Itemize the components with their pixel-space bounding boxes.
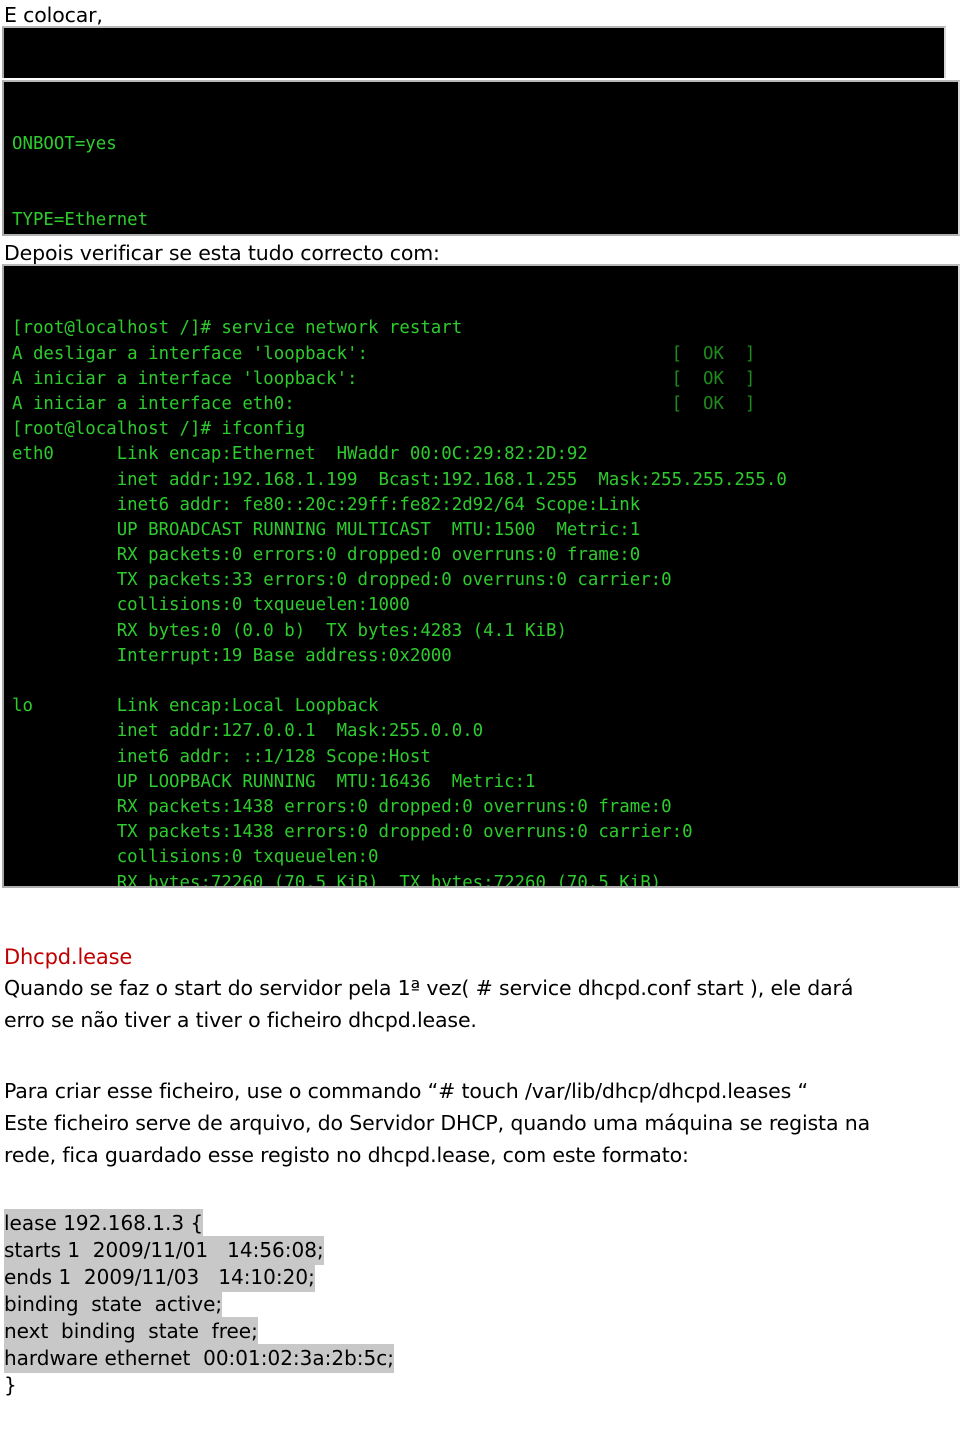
terminal-line-gap [295,394,672,414]
dhcpd-lease-heading: Dhcpd.lease [4,945,133,969]
terminal-line: lo Link encap:Local Loopback [12,696,379,717]
status-ok-badge: [ OK ] [671,393,756,414]
dhcpd-paragraph2-line3: rede, fica guardado esse registo no dhcp… [4,1143,689,1167]
lease-listing-line: hardware ethernet 00:01:02:3a:2b:5c; [4,1344,604,1373]
terminal-line: TYPE=Ethernet [12,210,149,230]
terminal-line: UP BROADCAST RUNNING MULTICAST MTU:1500 … [12,519,641,540]
lease-listing-block: lease 192.168.1.3 {starts 1 2009/11/01 1… [4,1209,604,1399]
terminal-line-text: A desligar a interface 'loopback': [12,343,368,364]
terminal-line: RX bytes:0 (0.0 b) TX bytes:4283 (4.1 Ki… [12,620,567,641]
terminal-line: inet6 addr: fe80::20c:29ff:fe82:2d92/64 … [12,494,641,515]
terminal-line: A iniciar a interface 'loopback': [ OK ] [4,367,958,392]
lease-listing-line-text: binding state active; [4,1290,223,1319]
terminal-line: Interrupt:19 Base address:0x2000 [12,645,452,666]
status-ok-badge: [ OK ] [671,368,756,389]
lease-listing-line-text: starts 1 2009/11/01 14:56:08; [4,1236,324,1265]
terminal-output: [root@localhost /]# service network rest… [4,316,958,888]
verify-label: Depois verificar se esta tudo correcto c… [4,241,440,265]
terminal-line: [root@localhost /]# service network rest… [12,318,463,339]
terminal-line-gap [358,369,672,389]
terminal-line: UP LOOPBACK RUNNING MTU:16436 Metric:1 [12,771,536,792]
terminal-line: RX bytes:72260 (70.5 KiB) TX bytes:72260… [12,872,662,888]
lease-listing-line-text: } [4,1373,17,1397]
terminal-line-gap [368,344,672,364]
lease-listing-line-text: ends 1 2009/11/03 14:10:20; [4,1263,315,1292]
terminal-line: collisions:0 txqueuelen:1000 [12,595,410,616]
status-ok-badge: [ OK ] [671,343,756,364]
dhcpd-paragraph2-line1: Para criar esse ficheiro, use o commando… [4,1079,808,1103]
lease-listing-line: binding state active; [4,1290,604,1319]
terminal-line: A desligar a interface 'loopback': [ OK … [4,342,958,367]
lease-listing-line: } [4,1372,604,1399]
intro-label: E colocar, [4,3,103,27]
dhcpd-paragraph1-line1: Quando se faz o start do servidor pela 1… [4,976,854,1000]
lease-listing-line: lease 192.168.1.3 { [4,1209,604,1238]
dhcpd-paragraph2-line2: Este ficheiro serve de arquivo, do Servi… [4,1111,870,1135]
terminal-line: eth0 Link encap:Ethernet HWaddr 00:0C:29… [12,444,588,465]
lease-listing: lease 192.168.1.3 {starts 1 2009/11/01 1… [4,1209,604,1399]
lease-listing-line: next binding state free; [4,1317,604,1346]
terminal-line-text: A iniciar a interface 'loopback': [12,368,358,389]
terminal-line: collisions:0 txqueuelen:0 [12,847,379,868]
lease-listing-line-text: lease 192.168.1.3 { [4,1209,204,1238]
terminal-line: inet6 addr: ::1/128 Scope:Host [12,746,431,767]
terminal-line: [root@localhost /]# ifconfig [12,419,306,440]
terminal-line: inet addr:127.0.0.1 Mask:255.0.0.0 [12,721,484,742]
terminal-line: A iniciar a interface eth0: [ OK ] [4,392,958,417]
lease-listing-line-text: hardware ethernet 00:01:02:3a:2b:5c; [4,1344,394,1373]
terminal-line: ONBOOT=yes [12,134,117,155]
lease-listing-line: ends 1 2009/11/03 14:10:20; [4,1263,604,1292]
terminal-line: TX packets:33 errors:0 dropped:0 overrun… [12,570,672,591]
terminal-line: RX packets:1438 errors:0 dropped:0 overr… [12,796,672,817]
lease-listing-line-text: next binding state free; [4,1317,258,1346]
terminal-line: inet addr:192.168.1.199 Bcast:192.168.1.… [12,469,787,490]
ifcfg-terminal-block-a: DEVICE=eth0 BOOTPROTO=static [2,26,946,78]
ifconfig-terminal-block: [root@localhost /]# service network rest… [2,264,960,888]
lease-listing-line: starts 1 2009/11/01 14:56:08; [4,1236,604,1265]
terminal-line: RX packets:0 errors:0 dropped:0 overruns… [12,545,641,566]
terminal-line-text: A iniciar a interface eth0: [12,393,295,414]
terminal-line: TX packets:1438 errors:0 dropped:0 overr… [12,822,693,843]
dhcpd-paragraph1-line2: erro se não tiver a tiver o ficheiro dhc… [4,1008,477,1032]
ifcfg-terminal-block-b: ONBOOT=yes TYPE=Ethernet IPADDR=192.168.… [2,80,960,236]
